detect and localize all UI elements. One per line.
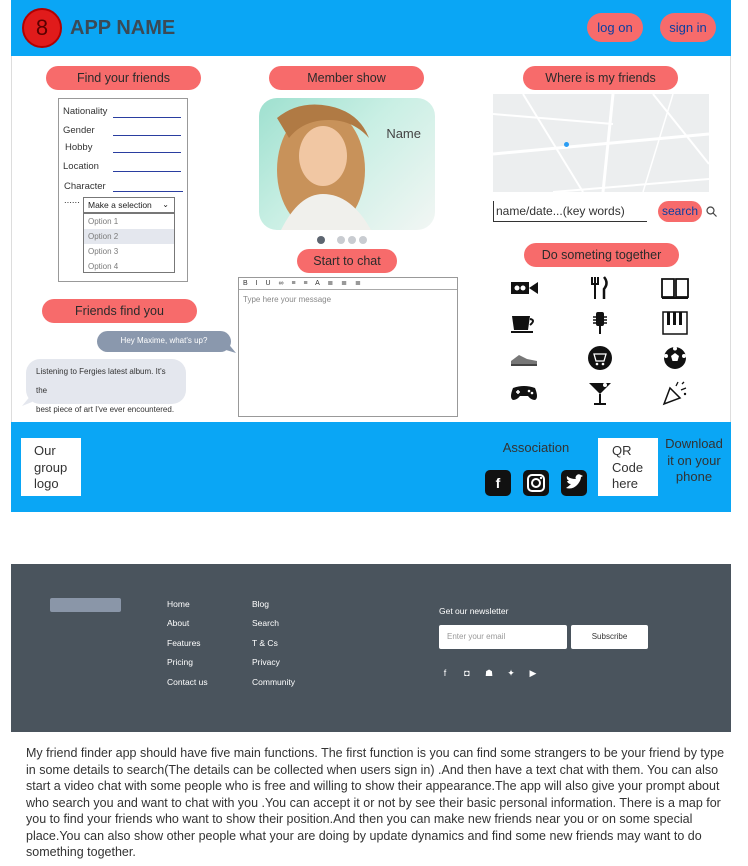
do-together-title[interactable]: Do someting together — [524, 243, 679, 267]
editor-toolbar[interactable]: B I U ∞ ≡ ≡ A ≣ ≣ ≣ — [239, 278, 457, 290]
site-footer: Home About Features Pricing Contact us B… — [11, 564, 731, 732]
start-chat-title[interactable]: Start to chat — [297, 249, 397, 273]
map-roads — [493, 94, 709, 192]
hobby-field[interactable] — [113, 152, 181, 153]
find-friends-title[interactable]: Find your friends — [46, 66, 201, 90]
map-search-button[interactable]: search — [658, 201, 702, 222]
footer-link-blog[interactable]: Blog — [252, 599, 269, 609]
facebook-icon[interactable]: f — [440, 668, 450, 678]
bubble-tail — [226, 341, 236, 353]
footer-link-search[interactable]: Search — [252, 618, 279, 628]
book-icon[interactable] — [660, 275, 690, 301]
qr-code[interactable]: QR Code here — [598, 438, 658, 496]
footer-logo[interactable] — [50, 598, 121, 612]
field-label-character: Character — [64, 181, 106, 192]
incoming-message: Listening to Fergies latest album. It's … — [26, 359, 186, 414]
youtube-icon[interactable]: ▶ — [528, 668, 538, 678]
member-show-title[interactable]: Member show — [269, 66, 424, 90]
fork-knife-icon[interactable] — [585, 275, 615, 301]
where-friends-title[interactable]: Where is my friends — [523, 66, 678, 90]
coffee-cup-icon[interactable] — [509, 310, 539, 336]
shopping-cart-icon[interactable] — [585, 345, 615, 371]
video-camera-icon[interactable] — [509, 275, 539, 301]
carousel-dot[interactable] — [359, 236, 367, 244]
search-form: Nationality Gender Hobby Location Charac… — [58, 98, 188, 282]
footer-link-home[interactable]: Home — [167, 599, 190, 609]
footer-link-terms[interactable]: T & Cs — [252, 638, 278, 648]
chat-editor[interactable]: B I U ∞ ≡ ≡ A ≣ ≣ ≣ Type here your messa… — [238, 277, 458, 417]
snapchat-icon[interactable]: ☗ — [484, 668, 494, 678]
instagram-icon[interactable] — [523, 470, 549, 496]
page-root: 8 APP NAME log on sign in Find your frie… — [0, 0, 748, 866]
location-pin-icon[interactable] — [564, 142, 569, 147]
message-placeholder[interactable]: Type here your message — [239, 290, 457, 309]
app-name: APP NAME — [70, 17, 176, 39]
cocktail-icon[interactable] — [585, 380, 615, 406]
log-on-button[interactable]: log on — [587, 13, 643, 42]
soccer-ball-icon[interactable] — [660, 345, 690, 371]
dropdown-options: Option 1 Option 2 Option 3 Option 4 — [83, 213, 175, 273]
newsletter-email-input[interactable]: Enter your email — [439, 625, 567, 649]
incoming-message-line: best piece of art I've ever encountered. — [36, 405, 175, 414]
footer-link-about[interactable]: About — [167, 618, 189, 628]
carousel-dot[interactable] — [337, 236, 345, 244]
footer-link-community[interactable]: Community — [252, 677, 295, 687]
microphone-icon[interactable] — [585, 310, 615, 336]
top-header: 8 APP NAME log on sign in — [11, 0, 731, 56]
subscribe-button[interactable]: Subscribe — [571, 625, 648, 649]
location-field[interactable] — [113, 171, 181, 172]
outgoing-message: Hey Maxime, what's up? — [97, 331, 231, 352]
gender-field[interactable] — [113, 135, 181, 136]
option-item[interactable]: Option 4 — [84, 259, 174, 274]
field-label-more: ...... — [64, 195, 80, 206]
member-photo[interactable]: Name — [259, 98, 435, 230]
gamepad-icon[interactable] — [509, 380, 539, 406]
party-popper-icon[interactable] — [660, 380, 690, 406]
footer-link-features[interactable]: Features — [167, 638, 201, 648]
friends-find-you-title[interactable]: Friends find you — [42, 299, 197, 323]
download-label[interactable]: Download it on your phone — [663, 436, 725, 486]
search-icon[interactable] — [706, 206, 717, 217]
association-label: Association — [502, 440, 570, 455]
field-label-nationality: Nationality — [63, 106, 108, 117]
selection-dropdown[interactable]: Make a selection ⌄ — [83, 197, 175, 213]
member-portrait — [277, 104, 371, 230]
option-item[interactable]: Option 1 — [84, 214, 174, 229]
field-label-hobby: Hobby — [65, 142, 93, 153]
instagram-icon[interactable]: ◘ — [462, 668, 472, 678]
twitter-icon[interactable] — [561, 470, 587, 496]
incoming-message-line: Listening to Fergies latest album. It's … — [36, 367, 166, 395]
facebook-icon[interactable]: f — [485, 470, 511, 496]
character-field[interactable] — [113, 191, 183, 192]
option-item-selected[interactable]: Option 2 — [84, 229, 174, 244]
app-description: My friend finder app should have five ma… — [26, 746, 725, 859]
sign-in-button[interactable]: sign in — [660, 13, 716, 42]
footer-link-contact[interactable]: Contact us — [167, 677, 208, 687]
footer-link-pricing[interactable]: Pricing — [167, 657, 193, 667]
app-logo[interactable]: 8 — [22, 8, 62, 48]
member-name: Name — [386, 126, 421, 141]
sneaker-icon[interactable] — [509, 345, 539, 371]
map-search-input[interactable]: name/date...(key words) — [493, 201, 647, 222]
bubble-tail — [22, 394, 32, 406]
group-logo[interactable]: Our group logo — [21, 438, 81, 496]
select-placeholder: Make a selection — [88, 200, 152, 210]
main-content: Find your friends Nationality Gender Hob… — [11, 56, 731, 422]
twitter-icon[interactable]: ✦ — [506, 668, 516, 678]
nationality-field[interactable] — [113, 117, 181, 118]
field-label-gender: Gender — [63, 125, 95, 136]
newsletter-title: Get our newsletter — [439, 606, 509, 616]
info-band: Our group logo Association QR Code here … — [11, 422, 731, 512]
carousel-dot[interactable] — [348, 236, 356, 244]
piano-icon[interactable] — [660, 310, 690, 336]
carousel-dot-active[interactable] — [317, 236, 325, 244]
friends-map[interactable] — [493, 94, 709, 192]
footer-link-privacy[interactable]: Privacy — [252, 657, 280, 667]
field-label-location: Location — [63, 161, 99, 172]
chevron-down-icon: ⌄ — [162, 200, 169, 209]
option-item[interactable]: Option 3 — [84, 244, 174, 259]
